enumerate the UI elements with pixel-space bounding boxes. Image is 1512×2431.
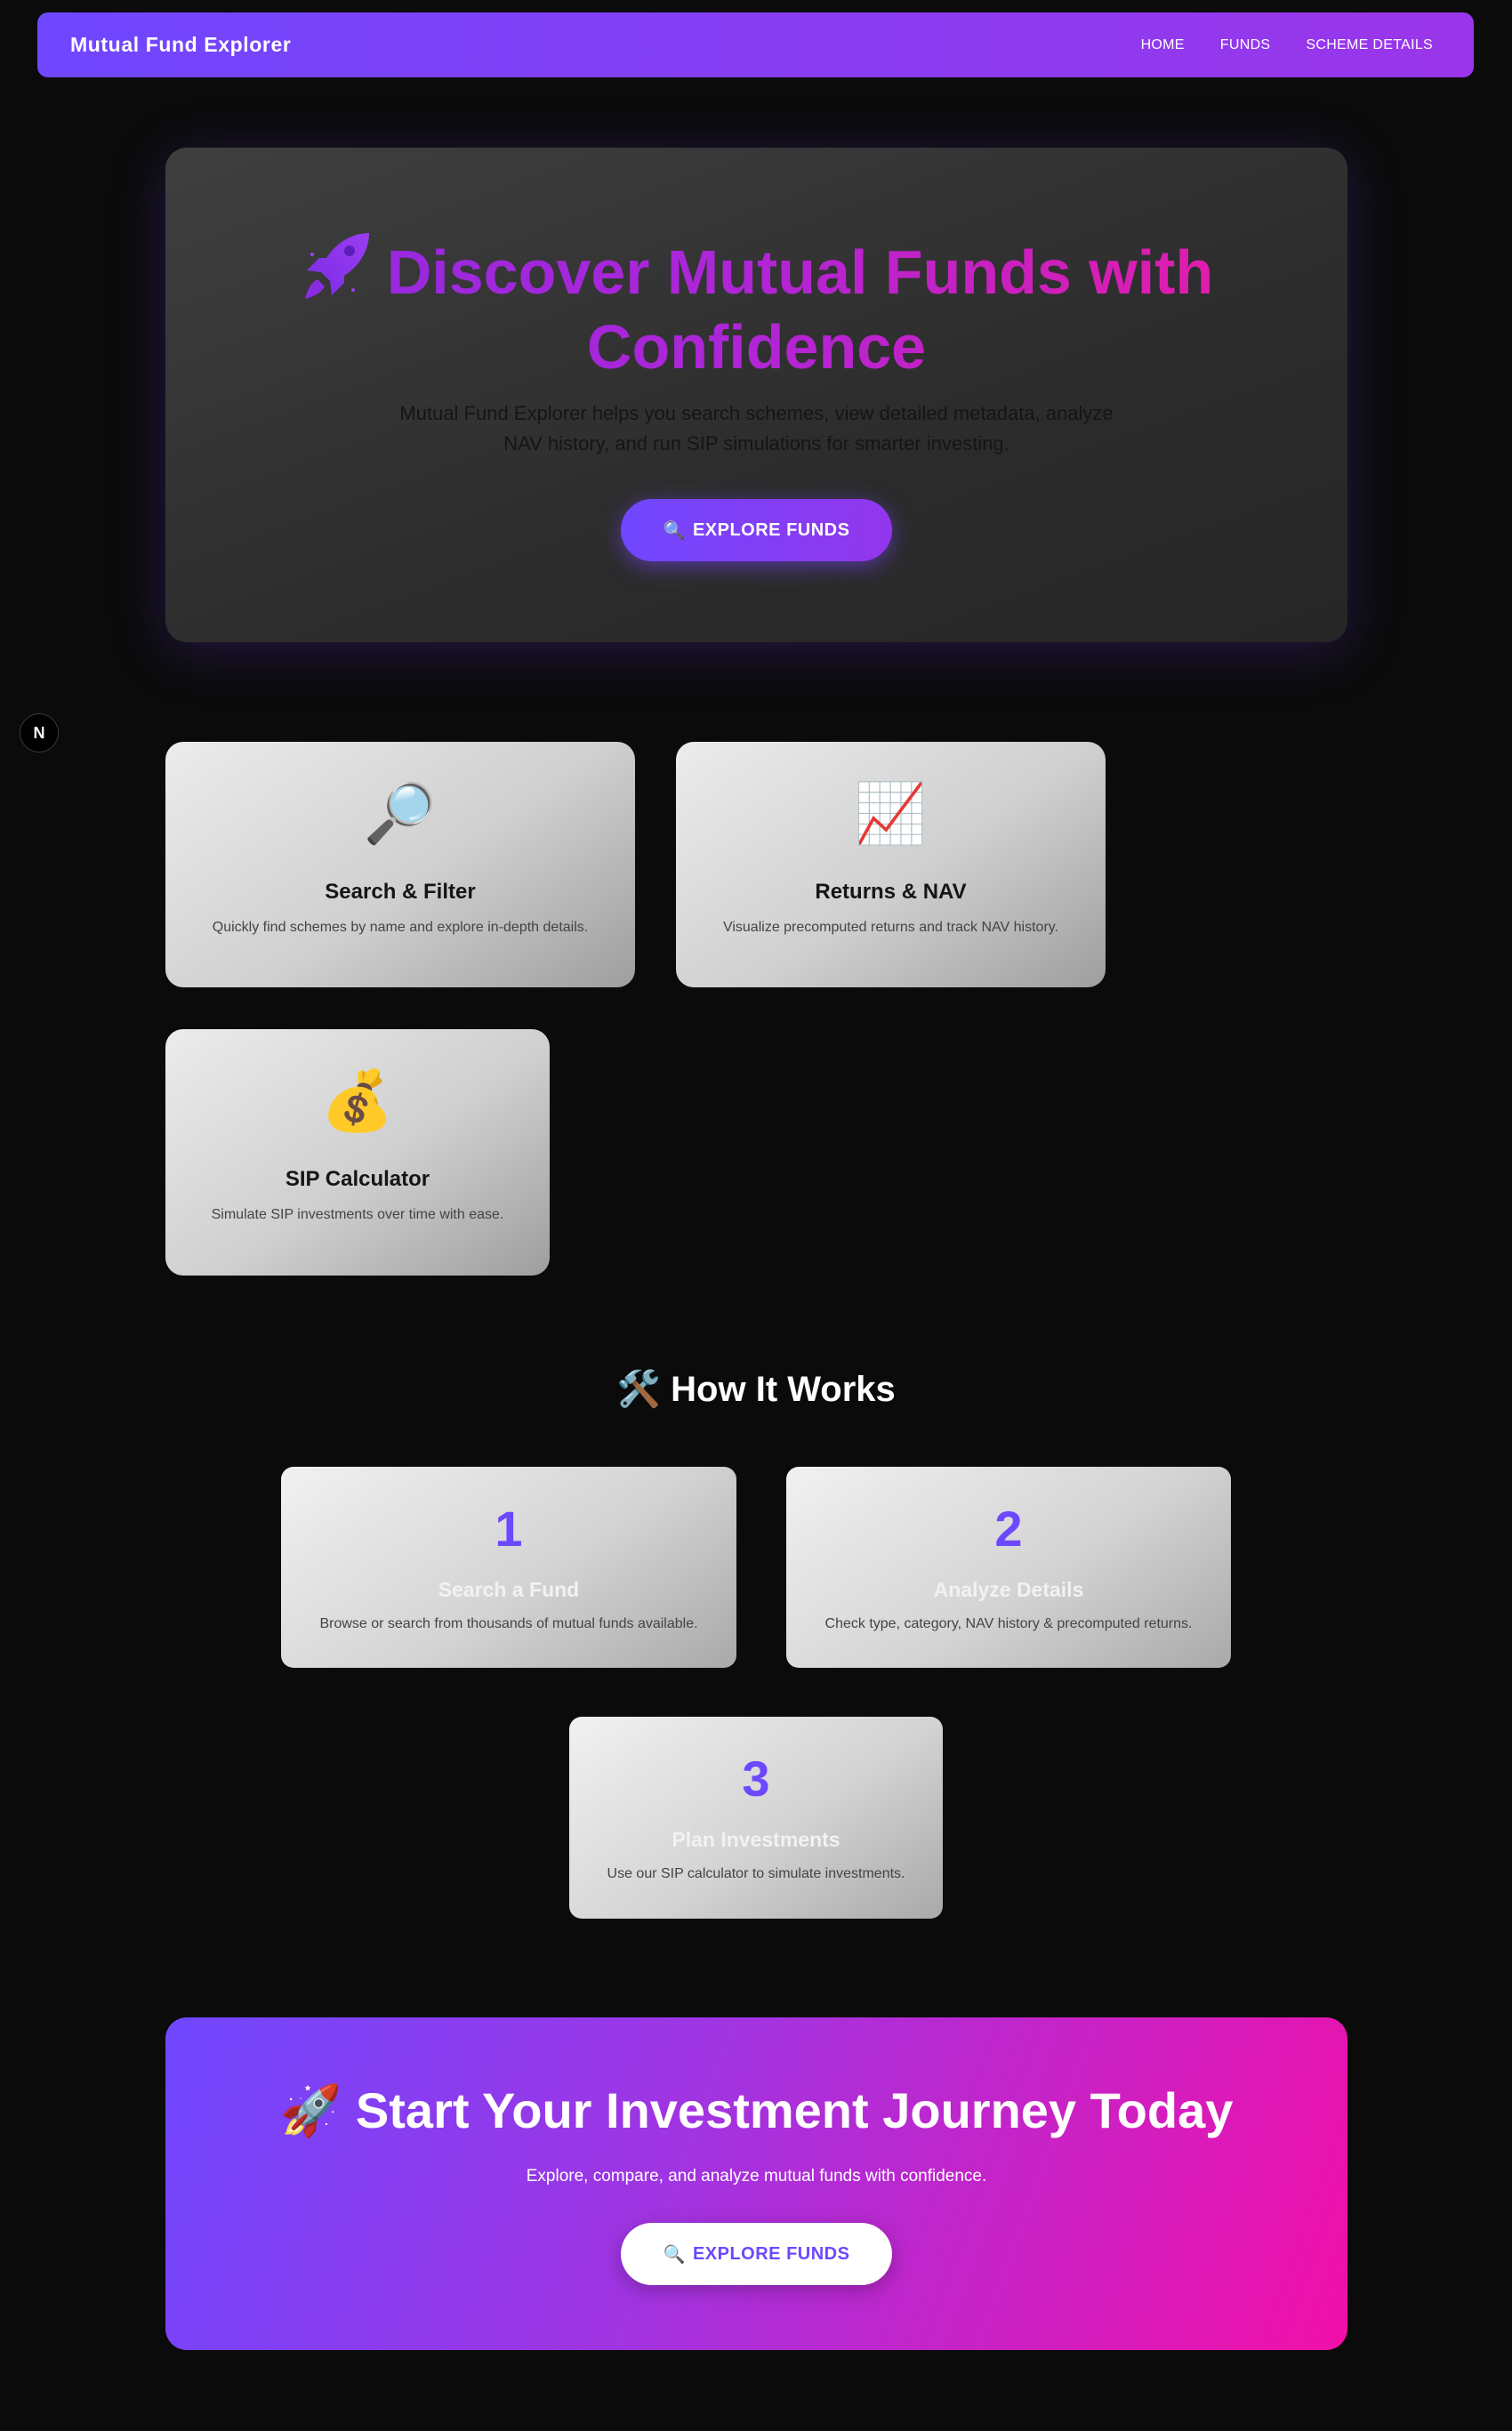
step-description: Use our SIP calculator to simulate inves… <box>607 1866 905 1881</box>
how-it-works-title: 🛠️ How It Works <box>0 1368 1512 1410</box>
step-number: 2 <box>994 1501 1023 1557</box>
nav-link-funds[interactable]: FUNDS <box>1220 37 1271 53</box>
explore-funds-button[interactable]: 🔍 EXPLORE FUNDS <box>621 499 892 561</box>
step-description: Browse or search from thousands of mutua… <box>319 1616 698 1631</box>
page: Mutual Fund Explorer HOME FUNDS SCHEME D… <box>0 0 1512 2431</box>
explore-funds-label: EXPLORE FUNDS <box>692 519 850 540</box>
feature-title: Returns & NAV <box>815 880 967 904</box>
dev-tools-badge[interactable]: N <box>20 713 59 753</box>
feature-card-search: 🔎 Search & Filter Quickly find schemes b… <box>165 742 635 987</box>
step-description: Check type, category, NAV history & prec… <box>824 1616 1193 1631</box>
search-icon: 🔍 <box>663 520 686 541</box>
hero-section: Discover Mutual Funds with Confidence Mu… <box>165 148 1347 642</box>
brand-logo-link[interactable]: Mutual Fund Explorer <box>70 33 291 57</box>
step-number: 1 <box>495 1501 523 1557</box>
feature-description: Quickly find schemes by name and explore… <box>212 920 589 935</box>
cta-section: 🚀 Start Your Investment Journey Today Ex… <box>165 2017 1347 2350</box>
cta-title-block: 🚀 Start Your Investment Journey Today <box>165 2080 1347 2142</box>
nav-links: HOME FUNDS SCHEME DETAILS <box>1141 37 1433 53</box>
navbar: Mutual Fund Explorer HOME FUNDS SCHEME D… <box>37 12 1474 77</box>
step-title: Search a Fund <box>438 1578 580 1601</box>
nav-link-home[interactable]: HOME <box>1141 37 1185 53</box>
search-icon: 🔍 <box>663 2244 686 2265</box>
feature-title: SIP Calculator <box>285 1167 430 1191</box>
chart-up-icon: 📈 <box>854 780 928 846</box>
cta-title: Start Your Investment Journey Today <box>355 2082 1234 2138</box>
step-card-2: 2 Analyze Details Check type, category, … <box>786 1467 1231 1668</box>
hero-title: Discover Mutual Funds with Confidence <box>386 237 1214 382</box>
cta-explore-funds-button[interactable]: 🔍 EXPLORE FUNDS <box>621 2223 892 2285</box>
hero-subtitle: Mutual Fund Explorer helps you search sc… <box>399 402 1114 455</box>
cta-explore-funds-label: EXPLORE FUNDS <box>692 2243 850 2264</box>
step-card-3: 3 Plan Investments Use our SIP calculato… <box>569 1717 943 1919</box>
feature-description: Simulate SIP investments over time with … <box>211 1207 504 1222</box>
feature-description: Visualize precomputed returns and track … <box>722 920 1059 935</box>
step-title: Analyze Details <box>933 1578 1084 1601</box>
magnifier-icon: 🔎 <box>363 780 438 846</box>
feature-title: Search & Filter <box>325 880 476 904</box>
hero-title-block: Discover Mutual Funds with Confidence <box>165 228 1347 384</box>
tools-icon: 🛠️ <box>616 1370 662 1409</box>
how-it-works-heading: How It Works <box>671 1370 896 1409</box>
feature-card-sip: 💰 SIP Calculator Simulate SIP investment… <box>165 1029 550 1276</box>
step-title: Plan Investments <box>672 1828 840 1851</box>
nav-link-scheme-details[interactable]: SCHEME DETAILS <box>1306 37 1433 53</box>
cta-subtitle: Explore, compare, and analyze mutual fun… <box>526 2167 987 2185</box>
rocket-icon <box>304 233 369 299</box>
step-card-1: 1 Search a Fund Browse or search from th… <box>281 1467 736 1668</box>
money-bag-icon: 💰 <box>320 1067 395 1133</box>
step-number: 3 <box>742 1751 770 1807</box>
rocket-icon: 🚀 <box>279 2082 342 2138</box>
feature-card-returns: 📈 Returns & NAV Visualize precomputed re… <box>676 742 1106 987</box>
